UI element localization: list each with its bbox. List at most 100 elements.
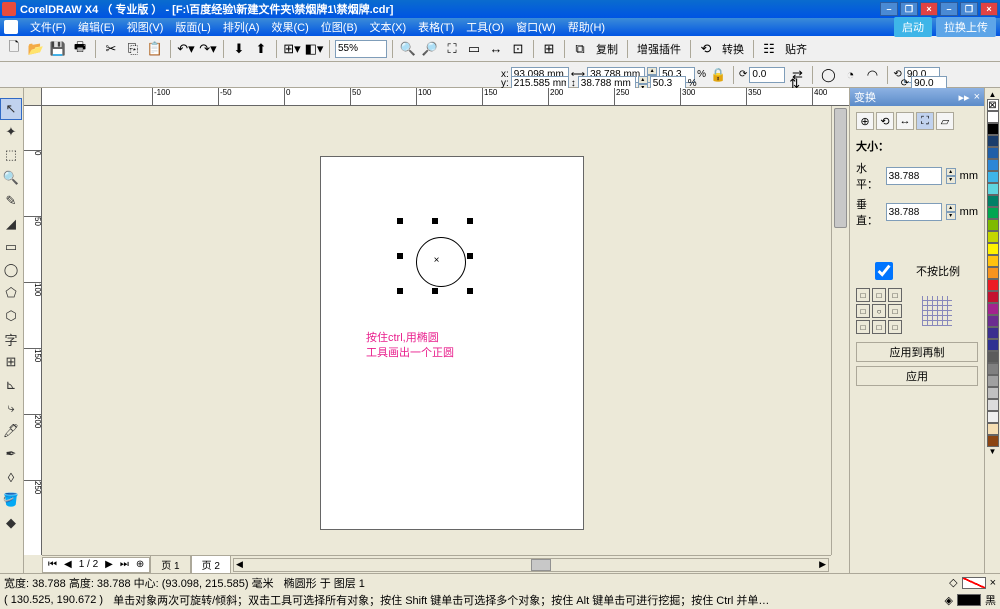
convert-label[interactable]: 转换 [718,41,748,57]
color-swatch[interactable] [987,219,999,231]
redo-icon[interactable]: ↷▾ [198,39,218,59]
lock-icon[interactable]: 🔒 [708,65,728,85]
ellipse-shape[interactable] [416,237,466,287]
skew-mode-icon[interactable]: ▱ [936,112,954,130]
zoom-fit-icon[interactable]: ⛶ [442,39,462,59]
menu-X[interactable]: 文本(X) [363,18,412,36]
menu-L[interactable]: 版面(L) [169,18,216,36]
ellipse-tool[interactable]: ◯ [0,259,22,281]
basic-shapes-tool[interactable]: ⬡ [0,305,22,327]
handle-mr[interactable] [467,253,473,259]
import-icon[interactable]: ⬇ [229,39,249,59]
vert-input[interactable] [886,203,942,221]
scale-mode-icon[interactable]: ↔ [896,112,914,130]
palette-down-icon[interactable]: ▼ [989,447,997,456]
ruler-origin[interactable] [24,88,42,106]
add-page-button[interactable]: ⊕ [133,559,147,570]
anchor-tr[interactable] [888,288,902,302]
rotation-input[interactable] [749,67,785,83]
anchor-mr[interactable] [888,304,902,318]
menu-H[interactable]: 帮助(H) [562,18,611,36]
smart-fill-tool[interactable]: ◢ [0,213,22,235]
anchor-bl[interactable] [856,320,870,334]
interactive-tool[interactable]: 🖊 [0,420,22,442]
anchor-ml[interactable] [856,304,870,318]
color-swatch[interactable] [987,435,999,447]
restore-parent-button[interactable]: ❐ [900,2,918,16]
color-swatch[interactable] [987,147,999,159]
anchor-br[interactable] [888,320,902,334]
interactive-fill-tool[interactable]: ◆ [0,512,22,534]
next-page-button[interactable]: ▶ [102,559,116,570]
color-swatch[interactable] [987,111,999,123]
scroll-thumb[interactable] [834,108,847,228]
minimize-parent-button[interactable]: – [880,2,898,16]
horizontal-ruler[interactable]: -100-50050100150200250300350400450 [42,88,849,106]
freehand-tool[interactable]: ✎ [0,190,22,212]
zoom-tool[interactable]: 🔍 [0,167,22,189]
handle-br[interactable] [467,288,473,294]
menu-A[interactable]: 排列(A) [217,18,266,36]
selected-ellipse[interactable]: × [400,221,470,291]
copy-btn-icon[interactable]: ⧉ [570,39,590,59]
color-swatch[interactable] [987,363,999,375]
app-launcher-icon[interactable]: ⊞▾ [282,39,302,59]
h-up[interactable]: ▴ [638,76,648,84]
launch-button[interactable]: 启动 [894,17,932,37]
rotate-mode-icon[interactable]: ⟲ [876,112,894,130]
fill-indicator-icon[interactable]: ◇ [949,576,957,589]
pos-mode-icon[interactable]: ⊕ [856,112,874,130]
cut-icon[interactable]: ✂ [101,39,121,59]
welcome-icon[interactable]: ◧▾ [304,39,324,59]
apply-button[interactable]: 应用 [856,366,978,386]
ellipse-icon[interactable]: ◯ [818,65,838,85]
color-swatch[interactable] [987,267,999,279]
color-swatch[interactable] [987,183,999,195]
restore-button[interactable]: ❐ [960,2,978,16]
color-swatch[interactable] [987,243,999,255]
copy-icon[interactable]: ⎘ [123,39,143,59]
pie-icon[interactable]: ◔ [840,65,860,85]
close-parent-button[interactable]: × [920,2,938,16]
zoom-page-icon[interactable]: ▭ [464,39,484,59]
color-swatch[interactable] [987,231,999,243]
print-icon[interactable]: 🖶 [70,39,90,59]
nonprop-checkbox[interactable] [856,262,912,280]
color-swatch[interactable] [987,195,999,207]
stroke-indicator-icon[interactable]: ◈ [945,594,953,607]
menu-V[interactable]: 视图(V) [121,18,170,36]
save-icon[interactable]: 💾 [48,39,68,59]
upload-button[interactable]: 拉换上传 [936,17,996,37]
color-swatch[interactable] [987,303,999,315]
color-swatch[interactable] [987,327,999,339]
zoom-in-icon[interactable]: 🔍 [398,39,418,59]
handle-tl[interactable] [397,218,403,224]
page-tab-1[interactable]: 页 1 [150,555,190,573]
close-button[interactable]: × [980,2,998,16]
minimize-button[interactable]: – [940,2,958,16]
dimension-tool[interactable]: ⊾ [0,374,22,396]
menu-F[interactable]: 文件(F) [24,18,72,36]
menu-E[interactable]: 编辑(E) [72,18,121,36]
apply-duplicate-button[interactable]: 应用到再制 [856,342,978,362]
menu-O[interactable]: 工具(O) [460,18,510,36]
handle-bc[interactable] [432,288,438,294]
shape-tool[interactable]: ✦ [0,121,22,143]
color-swatch[interactable] [987,291,999,303]
vertical-scrollbar[interactable] [831,106,849,555]
docker-menu-icon[interactable]: ▸▸ [959,91,970,104]
menu-W[interactable]: 窗口(W) [510,18,562,36]
fill-tool[interactable]: 🪣 [0,489,22,511]
anchor-bc[interactable] [872,320,886,334]
page-tab-2[interactable]: 页 2 [191,555,231,573]
color-swatch[interactable] [987,339,999,351]
color-swatch[interactable] [987,135,999,147]
zoom-out-icon[interactable]: 🔎 [420,39,440,59]
paste-icon[interactable]: 📋 [145,39,165,59]
handle-tc[interactable] [432,218,438,224]
color-swatch[interactable] [987,159,999,171]
color-swatch[interactable] [987,279,999,291]
fill-swatch[interactable] [962,577,986,589]
export-icon[interactable]: ⬆ [251,39,271,59]
anchor-tl[interactable] [856,288,870,302]
